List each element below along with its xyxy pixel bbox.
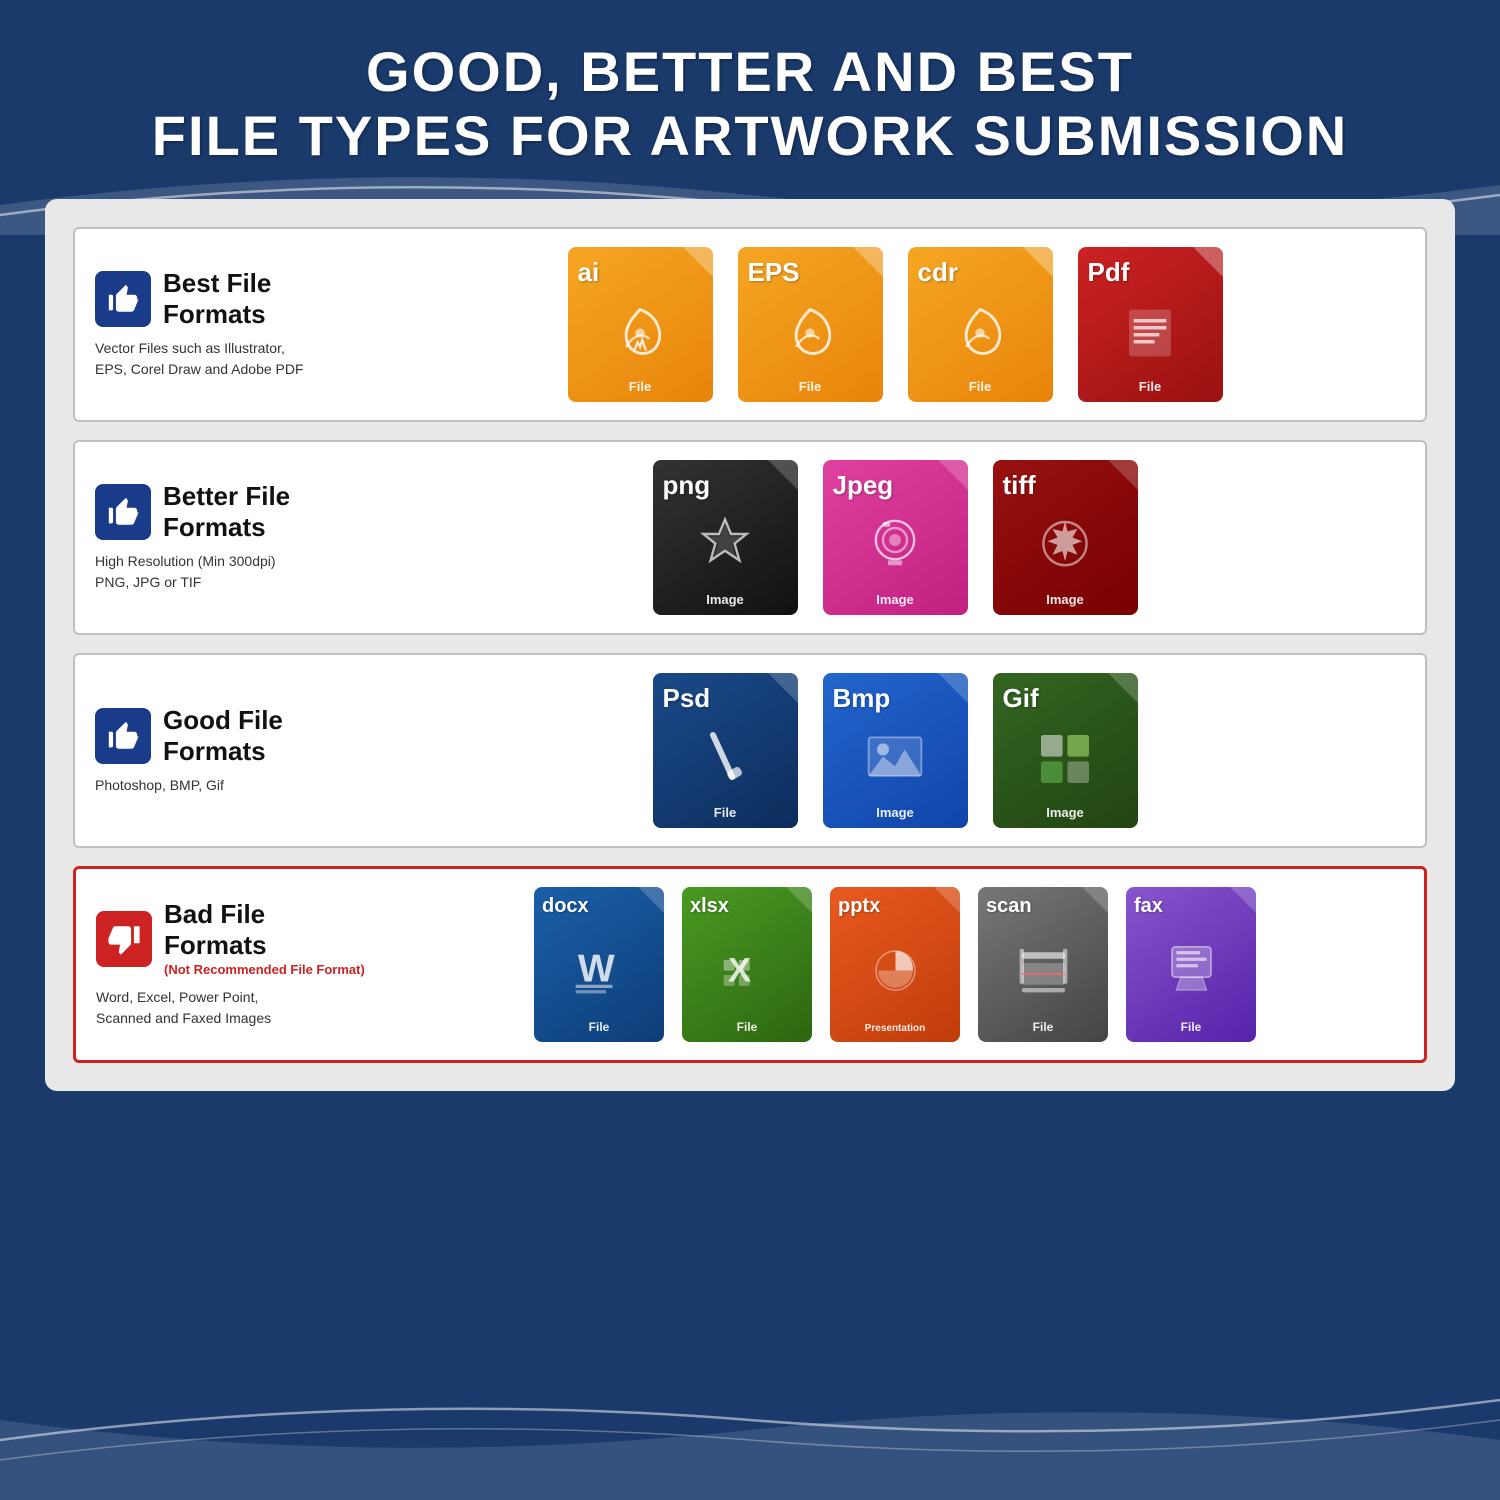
best-thumb-icon (95, 271, 151, 327)
file-pptx: pptx Presentation (830, 887, 960, 1042)
pptx-ext: pptx (838, 895, 952, 918)
better-thumbs-up-icon (106, 495, 140, 529)
file-cdr: cdr File (908, 247, 1053, 402)
file-jpeg: Jpeg Image (823, 460, 968, 615)
best-label: Best File Formats Vector Files such as I… (95, 268, 365, 380)
good-row: Good File Formats Photoshop, BMP, Gif Ps… (73, 653, 1427, 848)
scan-visual (1011, 936, 1076, 1001)
better-title: Better File Formats (163, 481, 365, 543)
bad-subtitle: (Not Recommended File Format) (164, 962, 365, 977)
psd-ext: Psd (663, 683, 788, 714)
file-png: png Image (653, 460, 798, 615)
better-label: Better File Formats High Resolution (Min… (95, 481, 365, 593)
xlsx-visual: X (715, 936, 780, 1001)
png-ext: png (663, 470, 788, 501)
bmp-label: Image (833, 805, 958, 820)
file-pdf: Pdf File (1078, 247, 1223, 402)
file-ai: ai File (568, 247, 713, 402)
eps-visual (775, 298, 845, 368)
scan-label: File (986, 1020, 1100, 1034)
better-thumb-icon (95, 484, 151, 540)
tiff-ext: tiff (1003, 470, 1128, 501)
file-bmp: Bmp Image (823, 673, 968, 828)
pdf-ext: Pdf (1088, 257, 1213, 288)
docx-visual: W (567, 936, 632, 1001)
best-desc: Vector Files such as Illustrator, EPS, C… (95, 338, 365, 380)
xlsx-label: File (690, 1020, 804, 1034)
fax-visual (1159, 936, 1224, 1001)
bad-files: docx W File xlsx (386, 887, 1404, 1042)
gif-label: Image (1003, 805, 1128, 820)
png-label: Image (663, 592, 788, 607)
jpeg-visual (859, 510, 931, 582)
content-area: Best File Formats Vector Files such as I… (45, 199, 1455, 1091)
good-desc: Photoshop, BMP, Gif (95, 775, 365, 796)
bottom-curve (0, 1340, 1500, 1500)
file-xlsx: xlsx X File (682, 887, 812, 1042)
best-title: Best File Formats (163, 268, 365, 330)
file-scan: scan File (978, 887, 1108, 1042)
file-eps: EPS File (738, 247, 883, 402)
better-row: Better File Formats High Resolution (Min… (73, 440, 1427, 635)
file-gif: Gif Image (993, 673, 1138, 828)
pdf-visual (1115, 298, 1185, 368)
gif-ext: Gif (1003, 683, 1128, 714)
tiff-visual (1029, 510, 1101, 582)
bad-row: Bad File Formats (Not Recommended File F… (73, 866, 1427, 1063)
scan-ext: scan (986, 895, 1100, 918)
xlsx-ext: xlsx (690, 895, 804, 918)
good-thumb-icon (95, 708, 151, 764)
png-visual (689, 510, 761, 582)
pptx-visual (863, 938, 928, 1003)
pptx-label: Presentation (838, 1023, 952, 1034)
psd-label: File (663, 805, 788, 820)
eps-ext: EPS (748, 257, 873, 288)
thumbs-down-icon (107, 922, 141, 956)
pdf-label: File (1088, 379, 1213, 394)
gif-visual (1029, 723, 1101, 795)
main-title: GOOD, BETTER AND BEST FILE TYPES FOR ART… (60, 40, 1440, 169)
better-files: png Image Jpeg (385, 460, 1405, 615)
better-desc: High Resolution (Min 300dpi) PNG, JPG or… (95, 551, 365, 593)
file-fax: fax File (1126, 887, 1256, 1042)
good-label: Good File Formats Photoshop, BMP, Gif (95, 705, 365, 796)
fax-ext: fax (1134, 895, 1248, 918)
bmp-visual (859, 723, 931, 795)
bad-label: Bad File Formats (Not Recommended File F… (96, 899, 366, 1029)
cdr-label: File (918, 379, 1043, 394)
cdr-visual (945, 298, 1015, 368)
file-psd: Psd File (653, 673, 798, 828)
best-row: Best File Formats Vector Files such as I… (73, 227, 1427, 422)
bad-desc: Word, Excel, Power Point, Scanned and Fa… (96, 987, 366, 1029)
cdr-ext: cdr (918, 257, 1043, 288)
file-docx: docx W File (534, 887, 664, 1042)
ai-ext: ai (578, 257, 703, 288)
tiff-label: Image (1003, 592, 1128, 607)
good-title: Good File Formats (163, 705, 365, 767)
bad-thumb-icon (96, 911, 152, 967)
fax-label: File (1134, 1020, 1248, 1034)
jpeg-ext: Jpeg (833, 470, 958, 501)
ai-label: File (578, 379, 703, 394)
good-thumbs-up-icon (106, 719, 140, 753)
jpeg-label: Image (833, 592, 958, 607)
ai-visual (605, 298, 675, 368)
main-container: GOOD, BETTER AND BEST FILE TYPES FOR ART… (0, 0, 1500, 1500)
svg-text:W: W (577, 948, 614, 991)
file-tiff: tiff Image (993, 460, 1138, 615)
best-files: ai File EPS (385, 247, 1405, 402)
psd-visual (689, 723, 761, 795)
thumbs-up-icon (106, 282, 140, 316)
good-files: Psd File Bmp (385, 673, 1405, 828)
bad-title: Bad File Formats (164, 899, 366, 961)
bmp-ext: Bmp (833, 683, 958, 714)
eps-label: File (748, 379, 873, 394)
docx-label: File (542, 1020, 656, 1034)
docx-ext: docx (542, 895, 656, 918)
